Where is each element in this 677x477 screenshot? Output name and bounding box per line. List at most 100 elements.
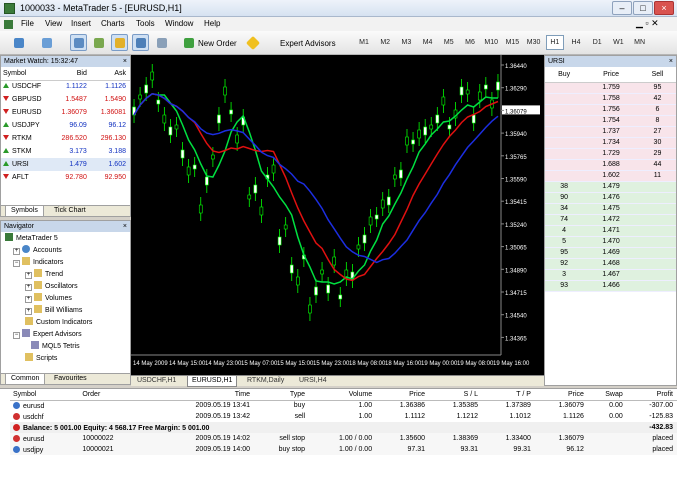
depth-bid-row[interactable]: 74 1.472: [545, 214, 676, 226]
timeframe-w1[interactable]: W1: [609, 37, 627, 51]
menu-view[interactable]: View: [45, 19, 62, 28]
depth-bid-row[interactable]: 92 1.468: [545, 258, 676, 270]
nav-custom-indicators[interactable]: Custom Indicators: [25, 317, 92, 326]
tab-usdchf-h1[interactable]: USDCHF,H1: [133, 376, 180, 387]
tab-eurusd-h1[interactable]: EURUSD,H1: [187, 376, 238, 387]
price-chart[interactable]: 1.36440 1.36290 1.36079 1.35940 1.35765 1.355…: [131, 55, 544, 375]
menu-insert[interactable]: Insert: [71, 19, 91, 28]
pending-order-row[interactable]: usdjpy 10000021 2009.05.19 14:00 buy stop 1.…: [10, 444, 677, 455]
timeframe-h4[interactable]: H4: [567, 37, 585, 51]
depth-ask-row[interactable]: 1.602 11: [545, 170, 676, 182]
depth-bid-row[interactable]: 34 1.475: [545, 203, 676, 215]
col-tp-header[interactable]: T / P: [482, 389, 535, 401]
nav-expert-advisors[interactable]: − Expert Advisors: [13, 329, 82, 339]
depth-ask-row[interactable]: 1.688 44: [545, 159, 676, 171]
nav-mql5-tetris[interactable]: MQL5 Tetris: [31, 341, 80, 350]
nav-indicators[interactable]: − Indicators: [13, 257, 63, 267]
depth-bid-row[interactable]: 93 1.466: [545, 280, 676, 292]
market-watch-row[interactable]: RTKM 286.520 296.130: [1, 132, 130, 145]
menu-charts[interactable]: Charts: [101, 19, 125, 28]
menu-window[interactable]: Window: [165, 19, 193, 28]
timeframe-d1[interactable]: D1: [588, 37, 606, 51]
depth-ask-row[interactable]: 1.758 42: [545, 93, 676, 105]
tab-symbols[interactable]: Symbols: [5, 206, 44, 217]
col-volume-header[interactable]: Volume: [309, 389, 377, 401]
position-row[interactable]: usdchf 2009.05.19 13:42 sell 1.00 1.1112 1.12…: [10, 411, 677, 422]
close-icon[interactable]: ×: [123, 56, 127, 67]
nav-oscillators[interactable]: + Oscillators: [25, 281, 78, 291]
col-order-header[interactable]: Order: [79, 389, 149, 401]
timeframe-m4[interactable]: M4: [419, 37, 437, 51]
timeframe-m5[interactable]: M5: [440, 37, 458, 51]
expert-advisors-button[interactable]: Expert Advisors: [244, 34, 338, 51]
nav-scripts[interactable]: Scripts: [25, 353, 57, 362]
profiles-button[interactable]: [38, 34, 62, 51]
new-order-button[interactable]: New Order: [180, 34, 244, 51]
col-price-header[interactable]: Price: [376, 389, 430, 401]
menu-tools[interactable]: Tools: [136, 19, 155, 28]
timeframe-m30[interactable]: M30: [525, 37, 543, 51]
pending-order-row[interactable]: eurusd 10000022 2009.05.19 14:02 sell stop 1…: [10, 433, 677, 444]
depth-ask-row[interactable]: 1.754 8: [545, 115, 676, 127]
depth-ask-row[interactable]: 1.759 95: [545, 82, 676, 94]
tab-common[interactable]: Common: [5, 374, 46, 385]
col-symbol[interactable]: Symbol: [1, 68, 52, 81]
close-button[interactable]: ×: [654, 1, 674, 15]
new-chart-button[interactable]: [10, 34, 34, 51]
col-price-header[interactable]: Price: [534, 389, 588, 401]
position-row[interactable]: eurusd 2009.05.19 13:41 buy 1.00 1.36386 1.35…: [10, 400, 677, 411]
timeframe-mn[interactable]: MN: [631, 37, 649, 51]
depth-bid-row[interactable]: 38 1.479: [545, 181, 676, 193]
col-sl-header[interactable]: S / L: [429, 389, 482, 401]
market-watch-row[interactable]: GBPUSD 1.5487 1.5490: [1, 93, 130, 106]
col-type-header[interactable]: Type: [254, 389, 310, 401]
nav-trend[interactable]: + Trend: [25, 269, 63, 279]
col-profit-header[interactable]: Profit: [626, 389, 677, 401]
close-icon[interactable]: ×: [123, 221, 127, 232]
timeframe-m15[interactable]: M15: [503, 37, 521, 51]
close-icon[interactable]: ×: [669, 56, 673, 67]
col-ask[interactable]: Ask: [90, 68, 130, 81]
depth-bid-row[interactable]: 5 1.470: [545, 236, 676, 248]
child-window-controls[interactable]: ▁ ▫ ✕: [636, 18, 659, 29]
nav-accounts[interactable]: + Accounts: [13, 245, 62, 255]
market-watch-row[interactable]: URSI 1.479 1.602: [1, 158, 130, 171]
market-watch-row[interactable]: AFLT 92.780 92.950: [1, 171, 130, 184]
depth-ask-row[interactable]: 1.734 30: [545, 137, 676, 149]
tab-tick-chart[interactable]: Tick Chart: [49, 206, 91, 217]
depth-ask-row[interactable]: 1.737 27: [545, 126, 676, 138]
timeframe-m6[interactable]: M6: [461, 37, 479, 51]
depth-bid-row[interactable]: 90 1.476: [545, 192, 676, 204]
depth-ask-row[interactable]: 1.756 6: [545, 104, 676, 116]
depth-bid-row[interactable]: 3 1.467: [545, 269, 676, 281]
nav-bill-williams[interactable]: + Bill Williams: [25, 305, 82, 315]
timeframe-m10[interactable]: M10: [482, 37, 500, 51]
market-watch-row[interactable]: USDCHF 1.1122 1.1126: [1, 80, 130, 93]
market-watch-row[interactable]: EURUSD 1.36079 1.36081: [1, 106, 130, 119]
market-watch-row[interactable]: USDJPY 96.09 96.12: [1, 119, 130, 132]
depth-bid-row[interactable]: 95 1.469: [545, 247, 676, 259]
maximize-button[interactable]: □: [633, 1, 653, 15]
strategy-tester-toggle[interactable]: [153, 34, 170, 51]
timeframe-m3[interactable]: M3: [397, 37, 415, 51]
menu-file[interactable]: File: [21, 19, 34, 28]
minimize-button[interactable]: –: [612, 1, 632, 15]
chart-canvas[interactable]: 1.36440 1.36290 1.36079 1.35940 1.35765 1.355…: [131, 55, 544, 375]
col-symbol-header[interactable]: Symbol: [10, 389, 80, 401]
tab-favourites[interactable]: Favourites: [49, 374, 92, 385]
col-bid[interactable]: Bid: [51, 68, 91, 81]
data-window-toggle[interactable]: [90, 34, 107, 51]
depth-ask-row[interactable]: 1.729 29: [545, 148, 676, 160]
nav-volumes[interactable]: + Volumes: [25, 293, 72, 303]
col-time-header[interactable]: Time: [148, 389, 255, 401]
navigator-toggle[interactable]: [111, 34, 128, 51]
timeframe-h1[interactable]: H1: [545, 35, 564, 50]
tab-rtkm-daily[interactable]: RTKM,Daily: [243, 376, 288, 387]
depth-bid-row[interactable]: 4 1.471: [545, 225, 676, 237]
terminal-toggle[interactable]: [132, 34, 149, 51]
tab-ursi-h4[interactable]: URSI,H4: [295, 376, 331, 387]
timeframe-m1[interactable]: M1: [355, 37, 373, 51]
timeframe-m2[interactable]: M2: [376, 37, 394, 51]
market-watch-row[interactable]: STKM 3.173 3.188: [1, 145, 130, 158]
col-swap-header[interactable]: Swap: [587, 389, 627, 401]
